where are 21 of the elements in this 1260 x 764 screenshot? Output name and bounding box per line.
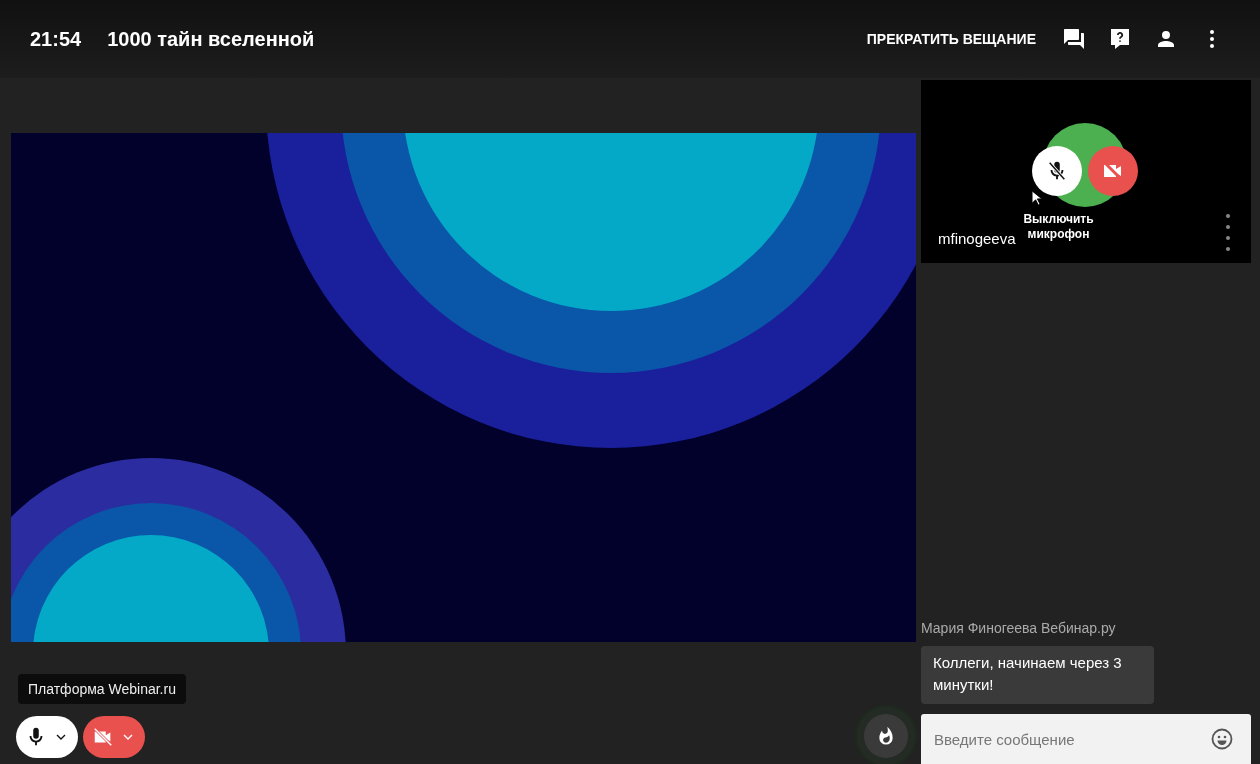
camera-toggle-button[interactable]: [1088, 146, 1138, 196]
microphone-off-icon: [1046, 160, 1068, 182]
camera-button[interactable]: [83, 716, 145, 758]
stop-broadcast-button[interactable]: ПРЕКРАТИТЬ ВЕЩАНИЕ: [866, 31, 1036, 47]
help-icon[interactable]: [1108, 27, 1132, 51]
mouse-cursor-icon: [1031, 190, 1042, 206]
clock-time: 21:54: [30, 27, 82, 51]
camera-icon: [92, 726, 114, 748]
webinar-title: 1000 тайн вселенной: [107, 27, 315, 51]
chat-icon[interactable]: [1062, 27, 1086, 51]
emoji-icon[interactable]: [1210, 727, 1234, 751]
message-author: Мария Финогеева Вебинар.ру: [921, 620, 1116, 636]
flame-icon: [876, 726, 896, 746]
participant-name: mfinogeeva: [938, 230, 1016, 247]
microphone-button[interactable]: [16, 716, 78, 758]
chat-message: Коллеги, начинаем через 3 минутки!: [921, 646, 1154, 704]
presenter-label: Платформа Webinar.ru: [18, 674, 186, 704]
more-options-icon[interactable]: [1225, 212, 1231, 252]
mute-microphone-button[interactable]: [1032, 146, 1082, 196]
message-input-field[interactable]: Введите сообщение: [921, 714, 1251, 764]
tooltip-label: Выключить микрофон: [1022, 212, 1095, 242]
